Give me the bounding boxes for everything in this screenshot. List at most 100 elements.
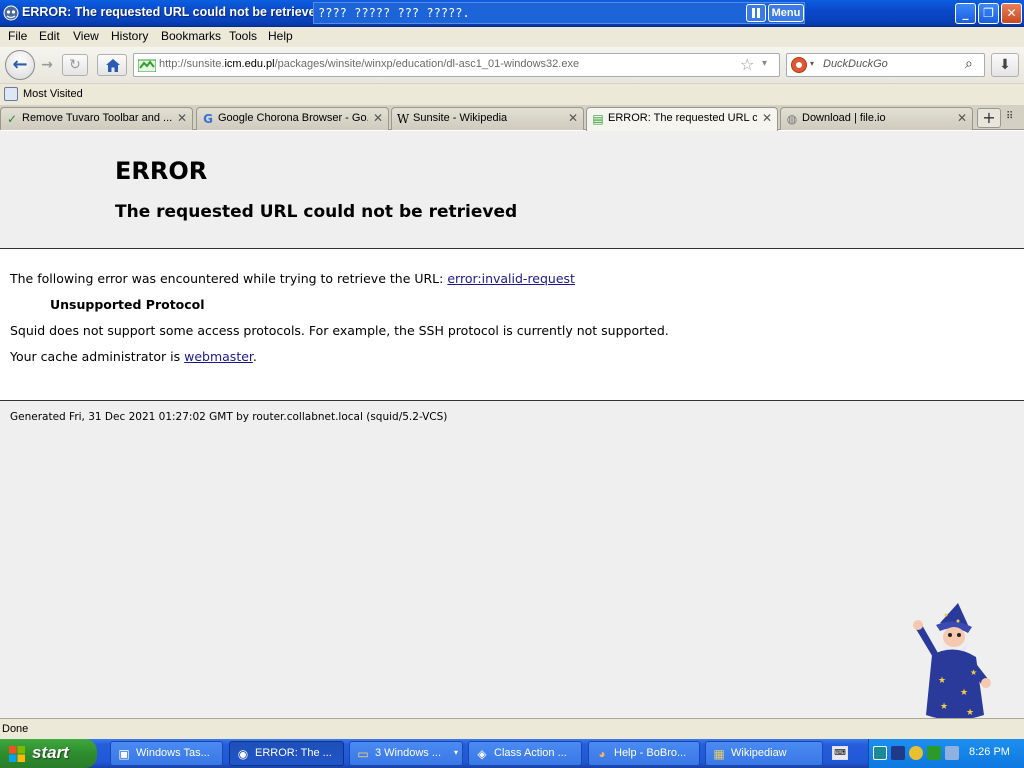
svg-text:★: ★ xyxy=(966,708,974,718)
error-protocol: Unsupported Protocol xyxy=(50,297,205,312)
tab-close-icon[interactable]: ✕ xyxy=(568,111,578,125)
folder-icon: ▭ xyxy=(357,747,369,761)
generated-footer: Generated Fri, 31 Dec 2021 01:27:02 GMT … xyxy=(10,411,448,423)
tray-wizard-icon[interactable] xyxy=(891,746,905,760)
svg-text:★: ★ xyxy=(940,702,948,712)
maximize-button[interactable]: ❐ xyxy=(978,3,999,24)
tab-label: Sunsite - Wikipedia xyxy=(413,112,508,124)
task-label: Windows Tas... xyxy=(136,747,210,759)
tray-app-icon[interactable] xyxy=(873,746,887,760)
duckduckgo-icon[interactable] xyxy=(791,57,807,73)
error-title: ERROR xyxy=(115,157,208,185)
error-description: The following error was encountered whil… xyxy=(10,271,575,286)
engine-dropdown-icon[interactable]: ▾ xyxy=(810,59,814,68)
menu-view[interactable]: View xyxy=(73,29,99,43)
site-favicon-icon: ▤ xyxy=(592,112,604,126)
reload-button[interactable]: ↻ xyxy=(62,54,88,76)
search-input[interactable]: DuckDuckGo xyxy=(823,58,888,70)
task-label: Help - BoBro... xyxy=(614,747,687,759)
wikipedia-icon: W xyxy=(396,112,410,126)
error-subtitle: The requested URL could not be retrieved xyxy=(115,202,518,222)
squid-icon: ◉ xyxy=(237,747,249,761)
error-explanation: Squid does not support some access proto… xyxy=(10,323,669,338)
windows-logo-icon xyxy=(9,746,25,762)
app-icon: ◈ xyxy=(477,747,487,761)
tab-close-icon[interactable]: ✕ xyxy=(762,111,772,125)
new-tab-button[interactable]: + xyxy=(977,108,1001,128)
minimize-button[interactable]: _ xyxy=(955,3,976,24)
task-wikipediaw[interactable]: ▦ Wikipediaw xyxy=(705,741,823,766)
tab-label: Google Chorona Browser - Go... xyxy=(218,112,368,124)
task-help-bobrowser[interactable]: ◕ Help - BoBro... xyxy=(588,741,700,766)
books-icon: ▦ xyxy=(713,747,725,761)
search-bar[interactable]: ▾ DuckDuckGo ⌕ xyxy=(786,53,985,77)
tab-close-icon[interactable]: ✕ xyxy=(957,111,967,125)
menu-history[interactable]: History xyxy=(111,29,148,43)
back-button[interactable]: ← xyxy=(5,50,35,80)
navigation-toolbar: ← → ↻ http://sunsite.icm.edu.pl/packages… xyxy=(0,47,1024,83)
pause-icon[interactable] xyxy=(746,4,766,22)
menu-bookmarks[interactable]: Bookmarks xyxy=(161,29,221,43)
bookmark-most-visited[interactable]: Most Visited xyxy=(23,88,83,100)
group-dropdown-icon[interactable]: ▾ xyxy=(454,748,458,757)
menu-edit[interactable]: Edit xyxy=(39,29,60,43)
error-body: The following error was encountered whil… xyxy=(0,249,1024,401)
tab-remove-tuvaro[interactable]: ✓ Remove Tuvaro Toolbar and ... ✕ xyxy=(0,107,193,130)
task-firefox-error[interactable]: ◉ ERROR: The ... xyxy=(229,741,344,766)
svg-text:★: ★ xyxy=(970,668,977,677)
help-icon: ◕ xyxy=(598,747,606,761)
page-content: ERROR The requested URL could not be ret… xyxy=(0,131,1024,720)
title-bar[interactable]: ERROR: The requested URL could not be re… xyxy=(0,0,1024,27)
start-label: start xyxy=(32,743,69,762)
url-bar[interactable]: http://sunsite.icm.edu.pl/packages/winsi… xyxy=(133,53,780,77)
overlay-toolbar: ???? ????? ??? ?????. Menu xyxy=(313,2,805,24)
most-visited-icon xyxy=(4,87,18,101)
tray-security-icon[interactable] xyxy=(927,746,941,760)
error-url-link[interactable]: error:invalid-request xyxy=(447,271,575,286)
menu-help[interactable]: Help xyxy=(268,29,293,43)
bookmark-star-icon[interactable]: ☆ xyxy=(740,55,754,74)
overlay-menu-button[interactable]: Menu xyxy=(768,4,804,22)
tab-list-icon[interactable]: ⠿ xyxy=(1006,111,1013,122)
svg-text:★: ★ xyxy=(960,688,968,698)
menu-tools[interactable]: Tools xyxy=(229,29,257,43)
tab-favicon-icon: ✓ xyxy=(6,112,18,126)
overlay-text: ???? ????? ??? ?????. xyxy=(318,6,470,20)
task-label: 3 Windows ... xyxy=(375,747,442,759)
home-button[interactable] xyxy=(97,54,127,76)
tab-error-active[interactable]: ▤ ERROR: The requested URL c... ✕ xyxy=(586,107,778,131)
search-icon[interactable]: ⌕ xyxy=(965,56,973,72)
tab-download-fileio[interactable]: ◍ Download | file.io ✕ xyxy=(780,107,973,130)
svg-text:★: ★ xyxy=(938,676,946,686)
admin-line: Your cache administrator is webmaster. xyxy=(10,349,257,364)
task-label: Wikipediaw xyxy=(731,747,787,759)
tab-label: Download | file.io xyxy=(802,112,886,124)
tray-volume-icon[interactable] xyxy=(945,746,959,760)
task-windows-explorer-group[interactable]: ▭ 3 Windows ... ▾ xyxy=(349,741,463,766)
task-manager-icon: ▣ xyxy=(118,747,130,761)
downloads-button[interactable]: ⬇ xyxy=(991,53,1019,77)
tab-sunsite-wikipedia[interactable]: W Sunsite - Wikipedia ✕ xyxy=(391,107,584,130)
menu-file[interactable]: File xyxy=(8,29,27,43)
tab-label: Remove Tuvaro Toolbar and ... xyxy=(22,112,172,124)
globe-icon: ◍ xyxy=(786,112,798,126)
window-title: ERROR: The requested URL could not be re… xyxy=(22,5,314,19)
tab-close-icon[interactable]: ✕ xyxy=(373,111,383,125)
tab-google-chorona[interactable]: G Google Chorona Browser - Go... ✕ xyxy=(196,107,389,130)
tray-network-icon[interactable] xyxy=(909,746,923,760)
url-dropdown-icon[interactable]: ▾ xyxy=(762,58,767,69)
keyboard-icon[interactable]: ⌨ xyxy=(832,746,848,760)
system-tray: 8:26 PM xyxy=(868,739,1024,768)
close-window-button[interactable]: ✕ xyxy=(1001,3,1022,24)
task-label: Class Action ... xyxy=(494,747,567,759)
webmaster-link[interactable]: webmaster xyxy=(184,349,253,364)
tab-strip: ✓ Remove Tuvaro Toolbar and ... ✕ G Goog… xyxy=(0,105,1024,131)
url-text[interactable]: http://sunsite.icm.edu.pl/packages/winsi… xyxy=(159,58,579,70)
wizard-assistant-icon[interactable]: ★ ★ ★ ★ ★ xyxy=(910,603,996,725)
tab-close-icon[interactable]: ✕ xyxy=(177,111,187,125)
task-class-action[interactable]: ◈ Class Action ... xyxy=(468,741,582,766)
google-icon: G xyxy=(203,112,213,126)
start-button[interactable]: start xyxy=(0,739,97,768)
task-windows-task-manager[interactable]: ▣ Windows Tas... xyxy=(110,741,223,766)
forward-button[interactable]: → xyxy=(36,56,58,76)
